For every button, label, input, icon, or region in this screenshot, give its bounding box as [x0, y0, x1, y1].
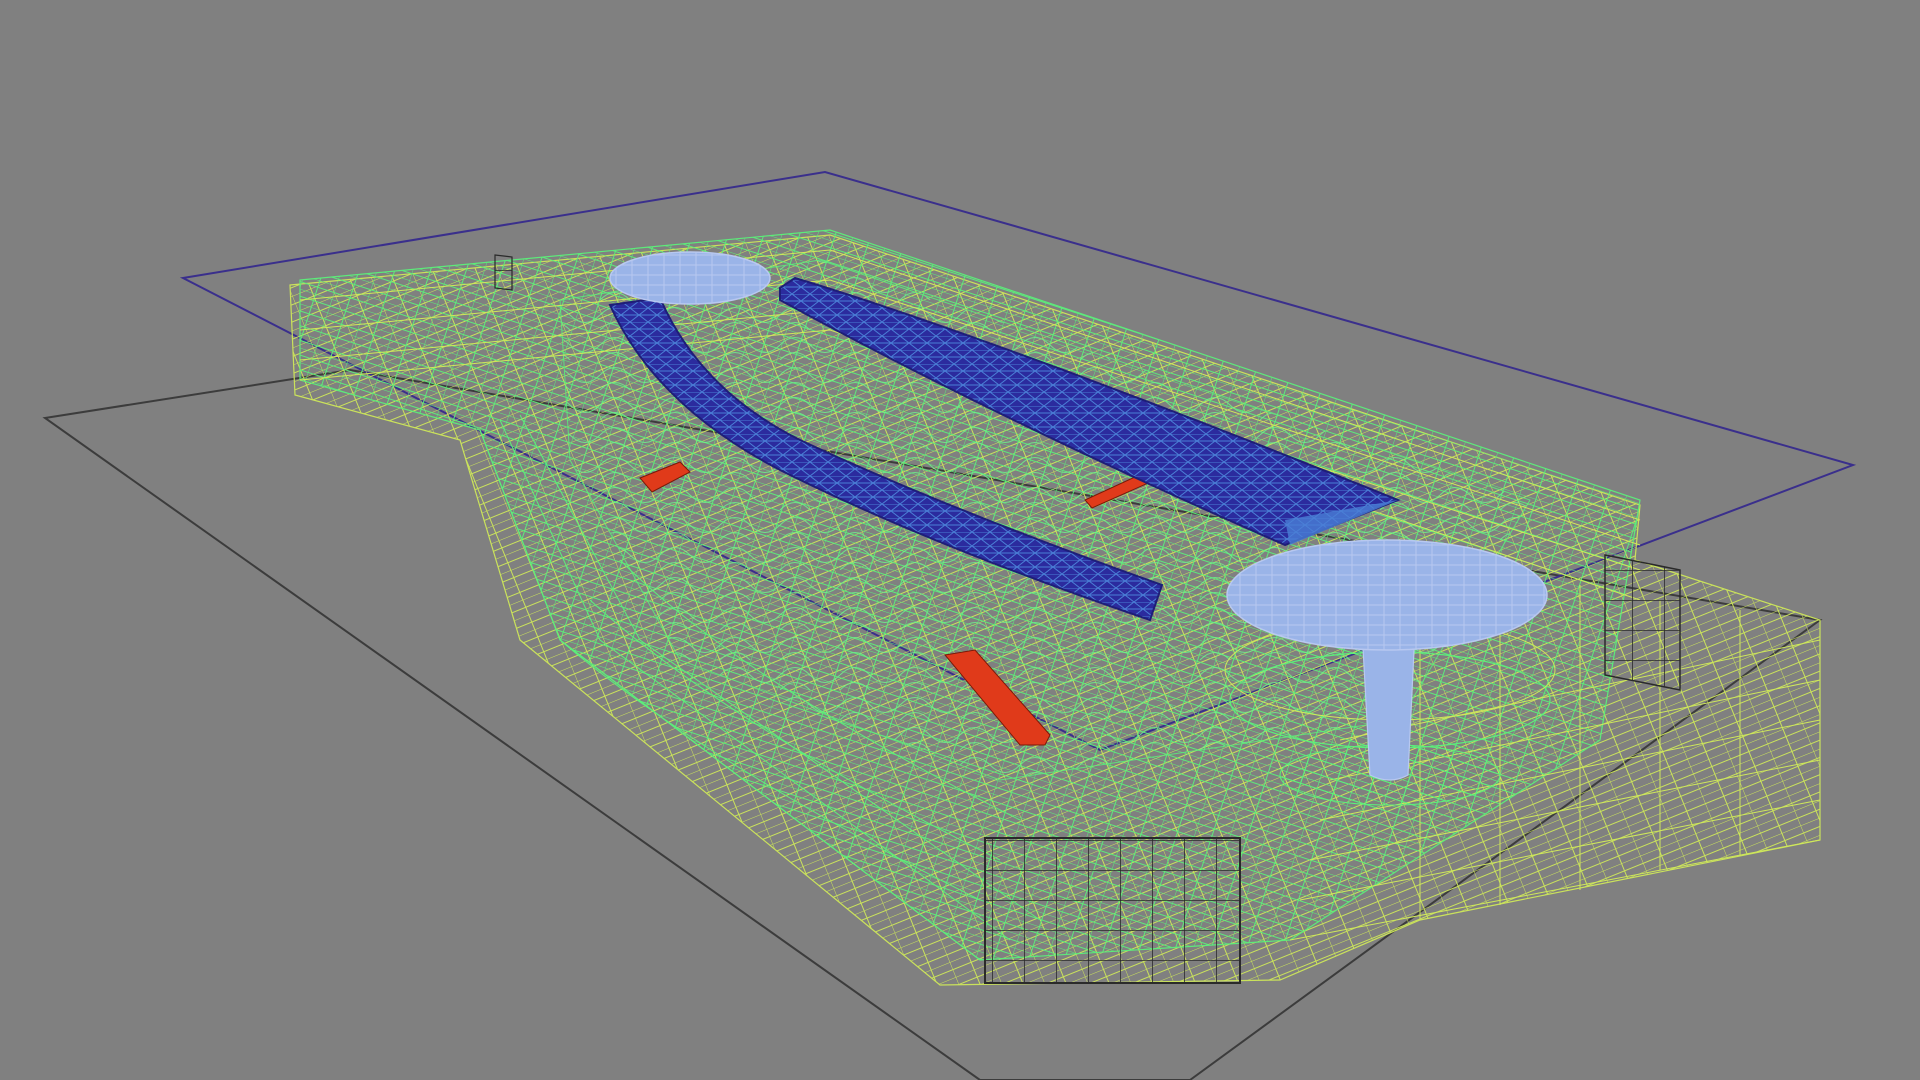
- drum-column[interactable]: [1361, 629, 1416, 781]
- round-drum-small[interactable]: [609, 251, 771, 305]
- wireframe-scene[interactable]: [0, 0, 1920, 1080]
- 3d-viewport[interactable]: [0, 0, 1920, 1080]
